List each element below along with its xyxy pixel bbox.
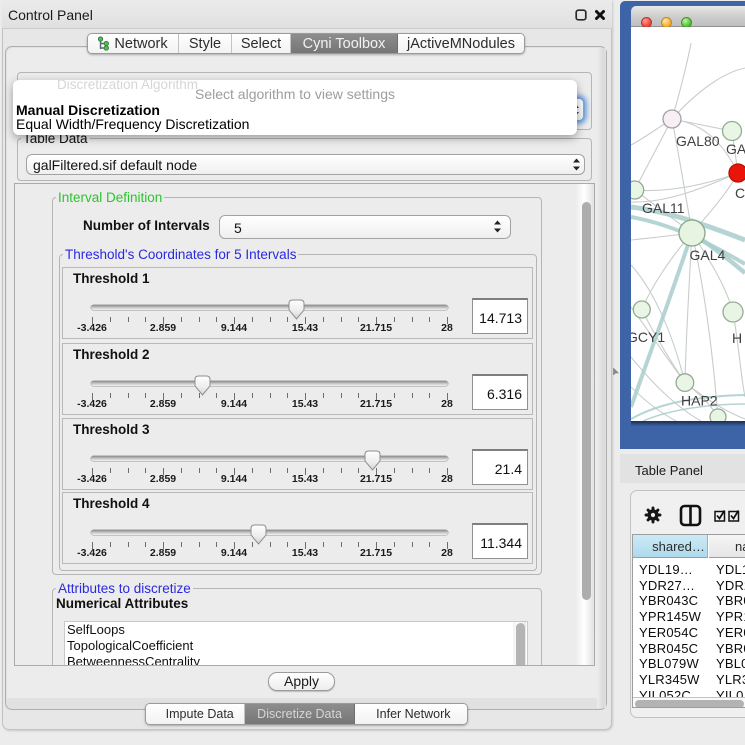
svg-text:GAL11: GAL11 (642, 200, 685, 216)
svg-text:C: C (735, 185, 745, 201)
svg-text:GCY1: GCY1 (631, 329, 665, 345)
svg-text:GAL4: GAL4 (690, 247, 726, 263)
svg-text:HAP2: HAP2 (681, 393, 718, 409)
svg-text:GA: GA (726, 141, 745, 157)
svg-text:GAL80: GAL80 (676, 133, 720, 149)
svg-text:H: H (732, 330, 742, 346)
